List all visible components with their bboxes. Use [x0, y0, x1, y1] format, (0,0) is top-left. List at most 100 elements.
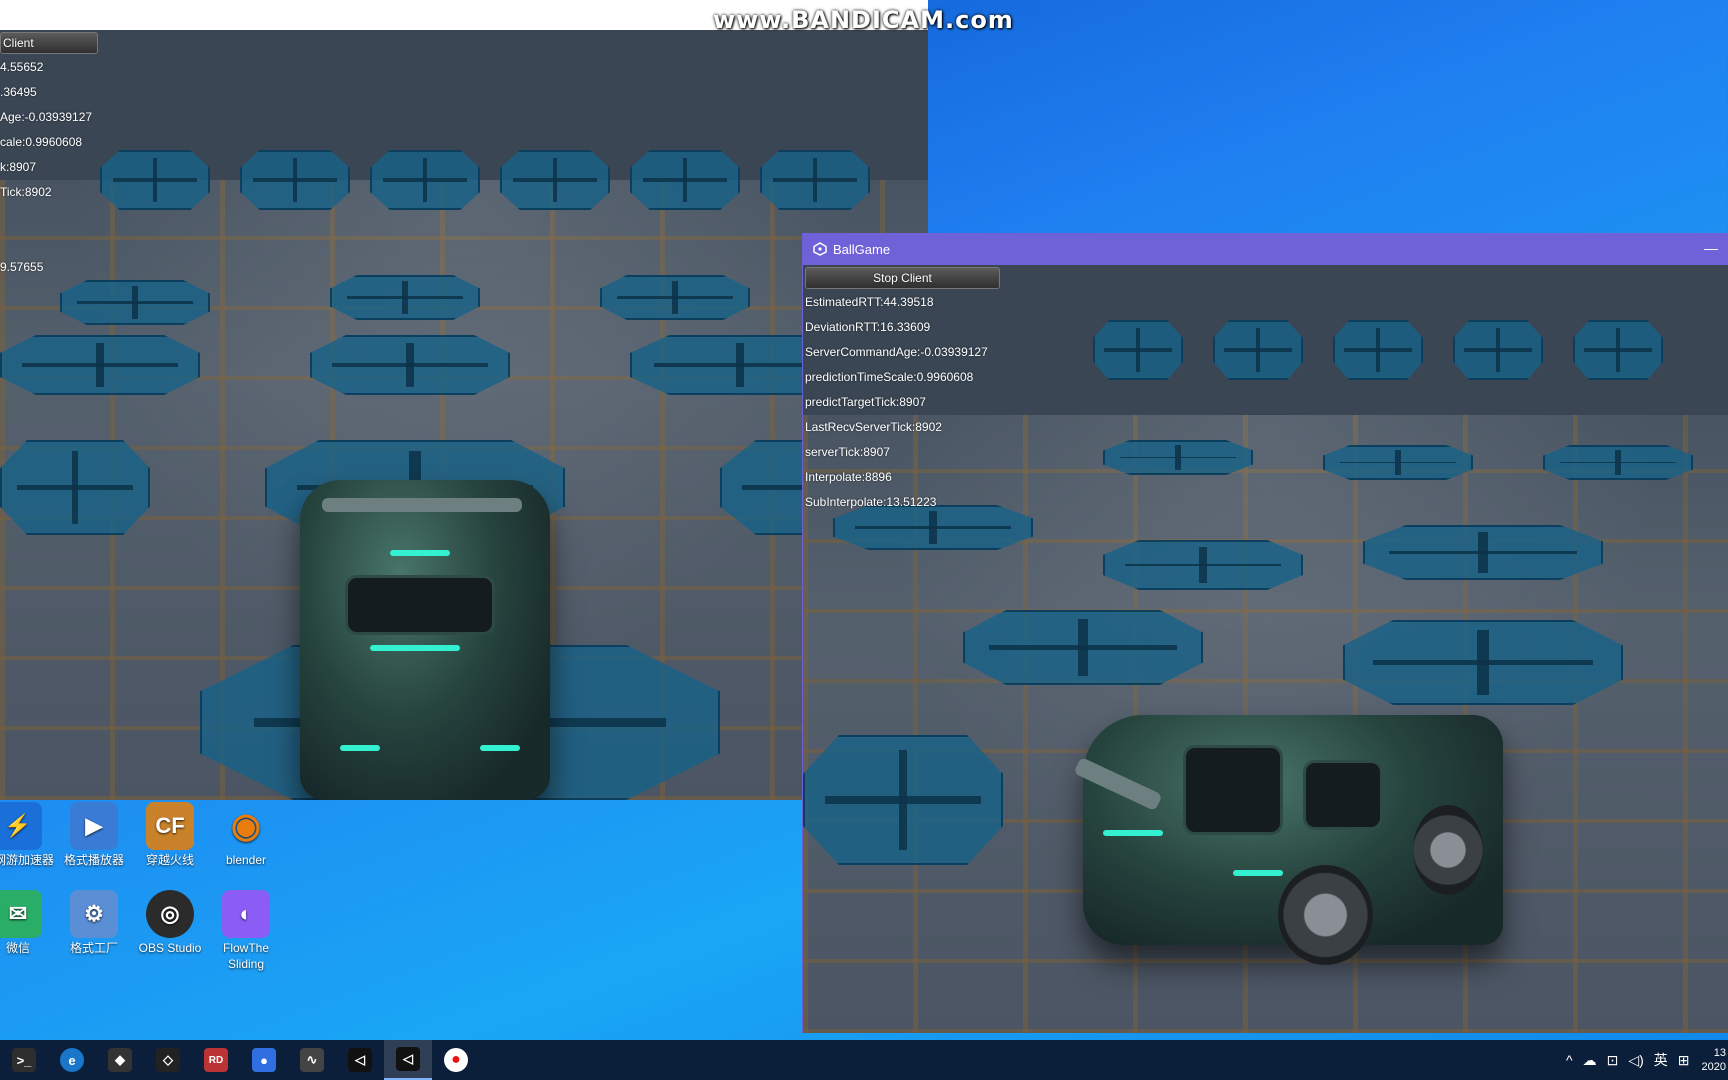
floor-tile — [1093, 320, 1183, 380]
stat-line: 9.57655 — [0, 260, 44, 274]
flow-icon: ◐ — [222, 890, 270, 938]
stat-server-command-age: ServerCommandAge:-0.03939127 — [805, 345, 988, 359]
remote-car — [1073, 715, 1503, 965]
taskbar-unity-active[interactable]: ◁ — [384, 1040, 432, 1080]
left-game-viewport[interactable]: Client 4.55652 .36495 Age:-0.03939127 ca… — [0, 30, 928, 800]
player-icon: ▶ — [70, 802, 118, 850]
stat-line — [0, 230, 98, 255]
client-button[interactable]: Client — [0, 32, 98, 54]
wechat-icon: ✉ — [0, 890, 42, 938]
taskbar-terminal[interactable]: >_ — [0, 1040, 48, 1080]
ime-indicator[interactable]: 英 — [1654, 1050, 1668, 1070]
network-icon[interactable]: ⊡ — [1607, 1052, 1619, 1069]
taskbar-unreal[interactable]: ◆ — [96, 1040, 144, 1080]
obs-icon: ◎ — [146, 890, 194, 938]
desktop-icon-label: 讯网游加速器 — [0, 853, 54, 867]
window-titlebar[interactable]: BallGame — — [803, 233, 1728, 265]
taskbar-unity-hub[interactable]: ◇ — [144, 1040, 192, 1080]
car-cabin — [1183, 745, 1283, 835]
taskbar-edge[interactable]: e — [48, 1040, 96, 1080]
stat-line: .36495 — [0, 85, 37, 99]
desktop-icon-blender[interactable]: ◉ blender — [208, 802, 284, 868]
desktop-icon-wechat[interactable]: ✉ 微信 — [0, 890, 56, 956]
desktop-icon-label: OBS Studio — [138, 941, 202, 955]
tray-chevron-icon[interactable]: ^ — [1566, 1052, 1573, 1068]
floor-tile — [803, 735, 1003, 865]
stat-server-tick: serverTick:8907 — [805, 445, 890, 459]
car-headlight — [480, 745, 520, 751]
floor-tile — [370, 150, 480, 210]
blender-icon: ◉ — [231, 807, 261, 845]
renderdoc-icon: RD — [204, 1048, 228, 1072]
stat-interpolate: Interpolate:8896 — [805, 470, 892, 484]
taskbar-unity[interactable]: ◁ — [336, 1040, 384, 1080]
stat-sub-interpolate: SubInterpolate:13.51223 — [805, 495, 937, 509]
clock-time: 13 — [1713, 1047, 1726, 1059]
taskbar-bandicam[interactable]: ● — [432, 1040, 480, 1080]
floor-tile — [240, 150, 350, 210]
stat-estimated-rtt: EstimatedRTT:44.39518 — [805, 295, 934, 309]
desktop-icon-label: 微信 — [5, 941, 30, 955]
stat-line: 4.55652 — [0, 60, 44, 74]
unity-icon: ◁ — [348, 1048, 372, 1072]
bandicam-record-icon: ● — [444, 1048, 468, 1072]
stat-line: k:8907 — [0, 160, 37, 174]
floor-tile — [1543, 445, 1693, 480]
taskbar-clock[interactable]: 13 2020 — [1702, 1046, 1726, 1074]
player-car — [300, 480, 550, 800]
floor-tile — [630, 150, 740, 210]
crossfire-icon: CF — [146, 802, 194, 850]
car-wheel — [1413, 805, 1483, 895]
desktop-icon-label: 穿越火线 — [145, 853, 194, 867]
floor-tile — [1103, 540, 1303, 590]
stat-line: Tick:8902 — [0, 185, 52, 199]
left-debug-panel: Client 4.55652 .36495 Age:-0.03939127 ca… — [0, 30, 98, 280]
car-headlight — [340, 745, 380, 751]
taskbar-maps[interactable]: ● — [240, 1040, 288, 1080]
car-light — [390, 550, 450, 556]
taskbar: >_ e ◆ ◇ RD ● ∿ ◁ ◁ ● ^ ☁ ⊡ ◁) 英 ⊞ 13 20… — [0, 1040, 1728, 1080]
floor-tile — [600, 275, 750, 320]
desktop-icon-accelerator[interactable]: ⚡ 讯网游加速器 — [0, 802, 56, 868]
clock-date: 2020 — [1701, 1061, 1726, 1073]
system-tray: ^ ☁ ⊡ ◁) 英 ⊞ 13 2020 — [1556, 1040, 1728, 1080]
taskbar-renderdoc[interactable]: RD — [192, 1040, 240, 1080]
stat-line — [0, 205, 98, 230]
desktop-icon-player[interactable]: ▶ 格式播放器 — [56, 802, 132, 868]
unreal-launcher-icon: ◆ — [108, 1048, 132, 1072]
maps-icon: ● — [252, 1048, 276, 1072]
desktop-icon-flow[interactable]: ◐ FlowThe Sliding — [208, 890, 284, 972]
stop-client-button[interactable]: Stop Client — [805, 267, 1000, 289]
taskbar-profiler[interactable]: ∿ — [288, 1040, 336, 1080]
right-game-viewport[interactable]: Stop Client EstimatedRTT:44.39518 Deviat… — [803, 265, 1728, 1033]
stat-last-recv-server-tick: LastRecvServerTick:8902 — [805, 420, 942, 434]
accelerator-icon: ⚡ — [0, 802, 42, 850]
car-light — [1103, 830, 1163, 836]
ballgame-window[interactable]: BallGame — Stop Client EstimatedRTT:44.3… — [802, 233, 1728, 1033]
keyboard-icon[interactable]: ⊞ — [1678, 1052, 1690, 1069]
terminal-icon: >_ — [12, 1048, 36, 1072]
car-spoiler — [322, 498, 522, 512]
floor-tile — [1323, 445, 1473, 480]
volume-icon[interactable]: ◁) — [1628, 1052, 1643, 1069]
desktop-icon-format-factory[interactable]: ⚙ 格式工厂 — [56, 890, 132, 956]
minimize-button[interactable]: — — [1702, 239, 1720, 257]
desktop-icon-label: blender — [225, 853, 267, 867]
floor-tile — [1573, 320, 1663, 380]
unity-app-icon — [813, 242, 827, 256]
floor-tile — [963, 610, 1203, 685]
desktop-icon-obs[interactable]: ◎ OBS Studio — [132, 890, 208, 956]
floor-tile — [1103, 440, 1253, 475]
stat-line: cale:0.9960608 — [0, 135, 83, 149]
floor-tile — [760, 150, 870, 210]
onedrive-icon[interactable]: ☁ — [1583, 1052, 1597, 1069]
desktop-icon-label: 格式工厂 — [69, 941, 118, 955]
stat-line: Age:-0.03939127 — [0, 110, 93, 124]
stat-prediction-time-scale: predictionTimeScale:0.9960608 — [805, 370, 974, 384]
floor-tile — [60, 280, 210, 325]
window-title: BallGame — [833, 241, 891, 257]
car-light — [370, 645, 460, 651]
desktop-icon-label: 格式播放器 — [63, 853, 124, 867]
desktop-icon-crossfire[interactable]: CF 穿越火线 — [132, 802, 208, 868]
unity-active-icon: ◁ — [396, 1047, 420, 1071]
